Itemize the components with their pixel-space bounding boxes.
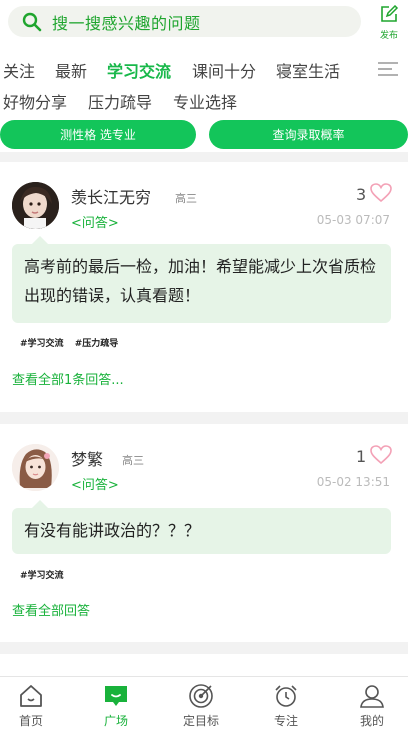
tab-stress-relief[interactable]: 压力疏导	[88, 89, 152, 113]
post-time: 05-03 07:07	[316, 213, 390, 227]
personality-test-button[interactable]: 测性格 选专业	[0, 120, 196, 149]
publish-label: 发布	[379, 31, 398, 41]
view-all-answers-link[interactable]: 查看全部回答	[12, 600, 90, 619]
bottom-navigation: 首页 广场 定目标 专注 我的	[0, 676, 408, 729]
nav-label: 定目标	[182, 714, 219, 728]
avatar-image	[12, 182, 59, 229]
grade-badge: 高三	[122, 454, 144, 467]
post-content[interactable]: 有没有能讲政治的？？？	[12, 500, 391, 554]
nav-label: 广场	[103, 714, 128, 728]
edit-icon	[381, 4, 399, 22]
post-card[interactable]: 羡长江无穷 高三 3 <问答> 05-03 07:07 高考前的最后一检，加油！…	[0, 162, 408, 412]
publish-button[interactable]: 发布	[378, 4, 400, 41]
search-icon	[22, 12, 42, 31]
username[interactable]: 羡长江无穷	[71, 184, 151, 208]
alarm-clock-icon	[275, 685, 297, 707]
topic-tag[interactable]: #学习交流	[20, 339, 64, 349]
tab-good-stuff[interactable]: 好物分享	[3, 89, 67, 113]
nav-label: 首页	[18, 714, 43, 728]
user-icon	[360, 685, 384, 708]
view-all-answers-link[interactable]: 查看全部1条回答...	[12, 369, 124, 388]
tab-study-exchange[interactable]: 学习交流	[107, 58, 171, 82]
nav-home[interactable]: 首页	[1, 683, 61, 729]
nav-label: 专注	[273, 714, 298, 728]
grade-badge: 高三	[175, 192, 197, 205]
tab-follow[interactable]: 关注	[3, 58, 35, 82]
tab-break-ten-minutes[interactable]: 课间十分	[192, 58, 256, 82]
search-bar[interactable]: 搜一搜感兴趣的问题	[8, 6, 361, 37]
tab-dorm-life[interactable]: 寝室生活	[276, 58, 340, 82]
heart-icon[interactable]	[370, 445, 392, 465]
nav-label: 我的	[359, 714, 384, 728]
like-count: 3	[356, 185, 367, 204]
topic-tags: #学习交流 #压力疏导	[20, 336, 126, 349]
target-icon	[189, 684, 213, 708]
avatar[interactable]	[12, 182, 59, 229]
like-count: 1	[356, 447, 367, 466]
menu-icon[interactable]	[378, 62, 398, 76]
post-card[interactable]: 梦繁 高三 1 <问答> 05-02 13:51 有没有能讲政治的？？？ #学习…	[0, 424, 408, 642]
admission-probability-button[interactable]: 查询录取概率	[209, 120, 408, 149]
divider	[0, 412, 408, 424]
chat-square-icon	[105, 686, 127, 706]
heart-icon[interactable]	[370, 183, 392, 203]
question-tag: <问答>	[71, 216, 119, 231]
post-time: 05-02 13:51	[316, 475, 390, 489]
post-card-partial	[0, 654, 408, 676]
post-content[interactable]: 高考前的最后一检，加油！希望能减少上次省质检出现的错误，认真看题！	[12, 236, 391, 323]
top-bar: 搜一搜感兴趣的问题 发布	[0, 0, 408, 45]
tab-major-choice[interactable]: 专业选择	[173, 89, 237, 113]
avatar-image	[12, 444, 59, 491]
topic-tags: #学习交流	[20, 568, 72, 581]
divider	[0, 152, 408, 162]
nav-focus[interactable]: 专注	[256, 683, 316, 729]
nav-set-goal[interactable]: 定目标	[171, 683, 231, 729]
topic-tag[interactable]: #学习交流	[20, 571, 64, 581]
username[interactable]: 梦繁	[71, 446, 103, 470]
avatar[interactable]	[12, 444, 59, 491]
divider	[0, 642, 408, 654]
nav-mine[interactable]: 我的	[342, 683, 402, 729]
home-icon	[20, 685, 42, 707]
tab-latest[interactable]: 最新	[55, 58, 87, 82]
nav-square[interactable]: 广场	[86, 683, 146, 729]
question-tag: <问答>	[71, 478, 119, 493]
search-placeholder: 搜一搜感兴趣的问题	[52, 13, 201, 33]
topic-tag[interactable]: #压力疏导	[75, 339, 119, 349]
